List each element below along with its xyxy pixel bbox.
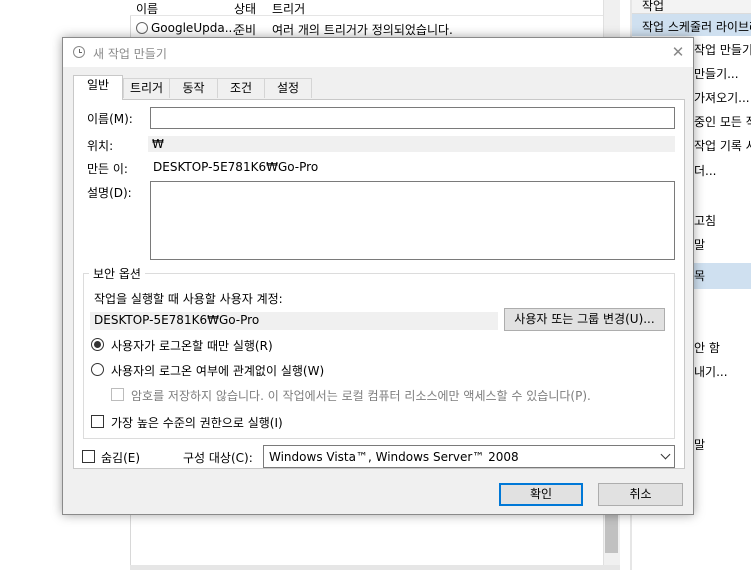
author-value: DESKTOP-5E781K6₩Go-Pro (153, 160, 319, 174)
tab-general[interactable]: 일반 (73, 75, 123, 100)
scrollbar-thumb[interactable] (605, 515, 618, 553)
action-item[interactable]: 중인 모든 작 (694, 113, 751, 130)
highest-privileges-label[interactable]: 가장 높은 수준의 권한으로 실행(I) (111, 414, 283, 431)
account-prompt: 작업을 실행할 때 사용할 사용자 계정: (94, 292, 283, 306)
action-item[interactable]: 내기... (694, 363, 728, 380)
ok-button[interactable]: 확인 (499, 483, 583, 506)
configure-for-select[interactable]: Windows Vista™, Windows Server™ 2008 (263, 445, 675, 468)
table-row[interactable]: GoogleUpda... 준비 여러 개의 트리거가 정의되었습니다. (130, 19, 620, 37)
name-input[interactable] (150, 107, 675, 129)
create-task-dialog: 새 작업 만들기 ✕ 일반 트리거 동작 조건 설정 이름(M): 위치: ₩ … (62, 37, 694, 515)
change-user-button[interactable]: 사용자 또는 그룹 변경(U)... (504, 308, 665, 331)
actions-header: 작업 (632, 0, 751, 14)
row-name: GoogleUpda... (151, 21, 237, 35)
name-label: 이름(M): (87, 112, 133, 126)
action-item[interactable]: 목 (694, 267, 705, 284)
account-value: DESKTOP-5E781K6₩Go-Pro (90, 312, 498, 330)
location-value: ₩ (148, 136, 675, 152)
run-when-logged-on-radio[interactable] (91, 338, 104, 351)
run-whether-logged-on-label[interactable]: 사용자의 로그온 여부에 관계없이 실행(W) (111, 362, 324, 379)
cancel-button[interactable]: 취소 (598, 483, 683, 506)
chevron-down-icon (660, 449, 671, 460)
location-label: 위치: (87, 139, 114, 153)
action-item[interactable]: 고침 (694, 212, 716, 229)
tab-conditions[interactable]: 조건 (217, 78, 265, 98)
no-store-password-checkbox[interactable] (111, 388, 124, 401)
configure-for-label: 구성 대상(C): (183, 451, 253, 465)
tab-settings[interactable]: 설정 (264, 78, 312, 98)
tab-triggers[interactable]: 트리거 (123, 78, 170, 98)
close-button[interactable]: ✕ (665, 40, 691, 64)
actions-selected-library[interactable]: 작업 스케줄러 라이브러 (632, 14, 751, 36)
hidden-checkbox[interactable] (82, 450, 95, 463)
action-item[interactable]: 작업 만들기 (694, 41, 751, 58)
run-when-logged-on-label[interactable]: 사용자가 로그온할 때만 실행(R) (111, 337, 273, 354)
description-label: 설명(D): (87, 186, 132, 200)
action-item[interactable]: 더... (694, 162, 716, 179)
action-item[interactable]: 작업 기록 사 (694, 137, 751, 154)
author-label: 만든 이: (87, 162, 128, 176)
action-item[interactable]: 가져오기... (694, 89, 750, 106)
action-item[interactable]: 말 (694, 436, 705, 453)
dialog-title: 새 작업 만들기 (93, 47, 167, 61)
clock-icon (73, 46, 85, 58)
action-item[interactable]: 안 함 (694, 339, 720, 356)
row-status: 준비 (234, 23, 257, 37)
description-input[interactable] (150, 181, 675, 260)
action-item[interactable]: 만들기... (694, 65, 739, 82)
no-store-password-label[interactable]: 암호를 저장하지 않습니다. 이 작업에서는 로컬 컴퓨터 리소스에만 액세스할… (131, 387, 591, 404)
action-item[interactable]: 말 (694, 236, 705, 253)
hidden-label[interactable]: 숨김(E) (101, 449, 140, 466)
run-whether-logged-on-radio[interactable] (91, 363, 104, 376)
column-name[interactable]: 이름 (136, 0, 158, 17)
highest-privileges-checkbox[interactable] (91, 415, 104, 428)
column-status[interactable]: 상태 (234, 0, 256, 17)
dialog-titlebar[interactable]: 새 작업 만들기 ✕ (63, 38, 693, 67)
row-trigger: 여러 개의 트리거가 정의되었습니다. (272, 23, 453, 37)
column-trigger[interactable]: 트리거 (272, 0, 305, 17)
security-options-title: 보안 옵션 (89, 265, 145, 282)
task-list-header: 이름 상태 트리거 (130, 0, 620, 16)
tab-actions[interactable]: 동작 (169, 78, 218, 98)
pane-bottom-border (130, 565, 620, 570)
